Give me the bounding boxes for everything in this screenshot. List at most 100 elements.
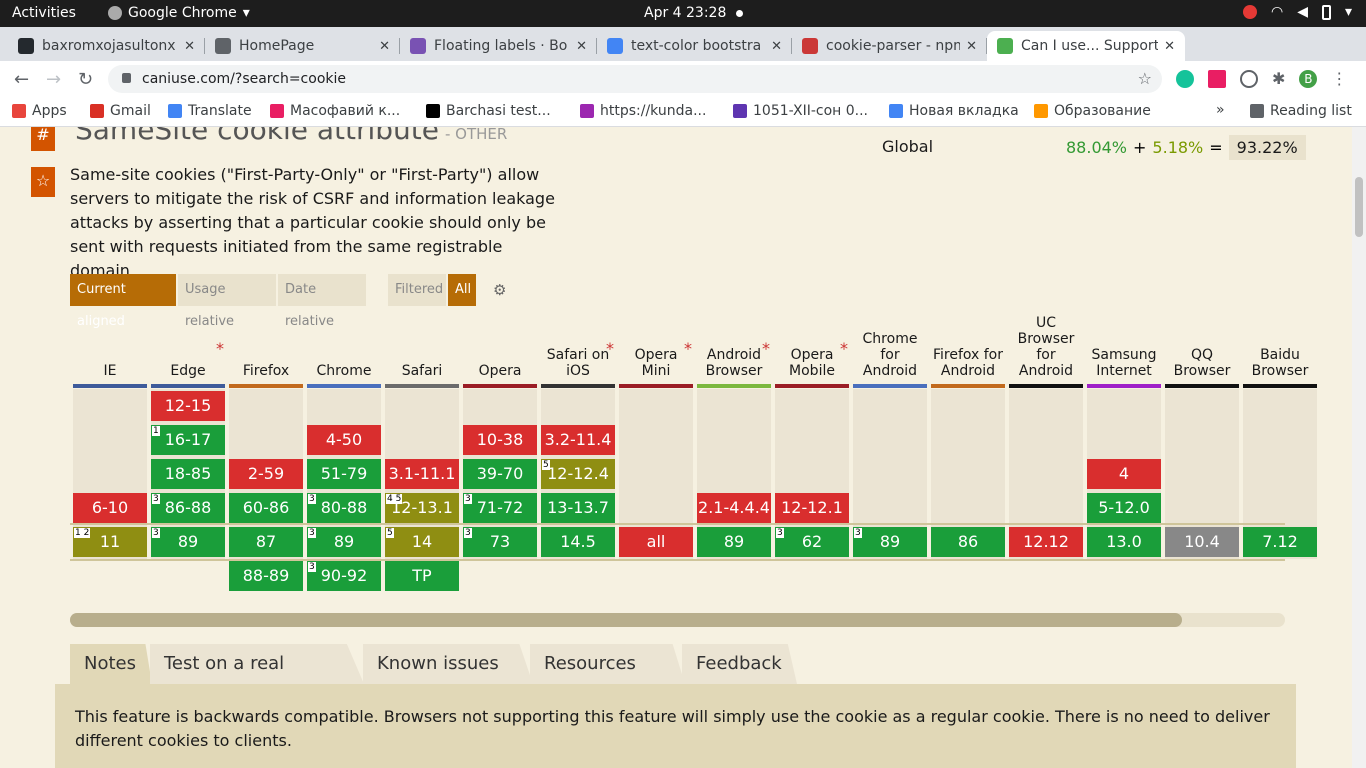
bookmark-gmail[interactable]: Gmail (90, 103, 151, 119)
browser-header-qq-browser[interactable]: QQ Browser (1164, 317, 1240, 381)
support-cell[interactable]: 3.2-11.4 (541, 425, 615, 455)
page-scrollbar[interactable] (1352, 127, 1366, 768)
activities-button[interactable]: Activities (12, 5, 76, 21)
date-relative-button[interactable]: Date relative (278, 274, 366, 329)
notes-tab-notes[interactable]: Notes (70, 644, 152, 684)
table-scrollbar-thumb[interactable] (70, 613, 1182, 627)
extension-icon[interactable] (1240, 69, 1258, 88)
bookmark-item[interactable]: Образование (1034, 103, 1151, 119)
bookmark-apps[interactable]: Apps (12, 103, 67, 119)
support-cell[interactable]: 6-10 (73, 493, 147, 523)
puzzle-icon[interactable]: ✱ (1272, 69, 1285, 88)
support-cell[interactable]: 10-38 (463, 425, 537, 455)
browser-header-samsung-internet[interactable]: Samsung Internet (1086, 317, 1162, 381)
browser-header-android-browser[interactable]: Android Browser * (696, 317, 772, 381)
browser-header-uc-browser-for-android[interactable]: UC Browser for Android (1008, 315, 1084, 381)
notes-tab-test-on-a-real-browser[interactable]: Test on a real browser (150, 644, 364, 684)
system-tray[interactable]: ◠ ◀ ▾ (1242, 4, 1352, 20)
support-cell[interactable]: TP (385, 561, 459, 591)
settings-gear-icon[interactable]: ⚙ (493, 281, 506, 299)
support-cell[interactable]: 80-88 3 (307, 493, 381, 523)
support-cell[interactable]: 4-50 (307, 425, 381, 455)
page-scrollbar-thumb[interactable] (1355, 177, 1363, 237)
support-cell[interactable]: 60-86 (229, 493, 303, 523)
forward-icon[interactable]: → (46, 69, 61, 90)
bookmark-star-icon[interactable]: ☆ (1138, 69, 1152, 88)
browser-header-chrome[interactable]: Chrome (306, 317, 382, 381)
browser-header-firefox-for-android[interactable]: Firefox for Android (930, 317, 1006, 381)
clock[interactable]: Apr 4 23:28 (644, 5, 726, 21)
browser-header-baidu-browser[interactable]: Baidu Browser (1242, 317, 1318, 381)
tab-close-icon[interactable]: ✕ (966, 39, 977, 54)
support-cell[interactable]: 12-12.4 5 (541, 459, 615, 489)
table-scrollbar[interactable] (70, 613, 1285, 627)
support-cell[interactable]: 51-79 (307, 459, 381, 489)
browser-header-opera[interactable]: Opera (462, 317, 538, 381)
support-cell[interactable]: 12-13.1 4 5 (385, 493, 459, 523)
usage-relative-button[interactable]: Usage relative (178, 274, 276, 329)
app-menu[interactable]: Google Chrome ▾ (108, 5, 250, 21)
browser-name: Firefox for Android (932, 347, 1004, 379)
support-cell[interactable]: 16-17 1 (151, 425, 225, 455)
support-cell[interactable]: 5-12.0 (1087, 493, 1161, 523)
profile-avatar[interactable]: B (1299, 69, 1318, 88)
grammarly-icon[interactable] (1176, 69, 1194, 88)
browser-header-ie[interactable]: IE (72, 317, 148, 381)
browser-header-safari-on-ios[interactable]: Safari on iOS * (540, 317, 616, 381)
address-bar[interactable]: caniuse.com/?search=cookie ☆ (108, 65, 1162, 93)
browser-header-chrome-for-android[interactable]: Chrome for Android (852, 317, 928, 381)
notes-tab-known-issues-2[interactable]: Known issues (2) (363, 644, 533, 684)
browser-header-firefox[interactable]: Firefox (228, 317, 304, 381)
support-cell[interactable]: 2.1-4.4.4 (697, 493, 771, 523)
tab-close-icon[interactable]: ✕ (379, 39, 390, 54)
browser-header-opera-mobile[interactable]: Opera Mobile * (774, 317, 850, 381)
tab-1[interactable]: baxromxojasultonx ✕ (8, 31, 205, 61)
hash-link-icon[interactable]: # (31, 127, 55, 151)
tab-close-icon[interactable]: ✕ (1164, 39, 1175, 54)
browser-header-edge[interactable]: Edge * (150, 317, 226, 381)
colorzilla-icon[interactable] (1208, 69, 1226, 88)
tab-close-icon[interactable]: ✕ (771, 39, 782, 54)
notes-tab-feedback[interactable]: Feedback (682, 644, 797, 684)
tab-5[interactable]: cookie-parser - npm ✕ (792, 31, 987, 61)
version-range: 90-92 (320, 566, 368, 585)
tab-4[interactable]: text-color bootstra ✕ (597, 31, 792, 61)
browser-header-safari[interactable]: Safari (384, 317, 460, 381)
support-cell[interactable]: 90-92 3 (307, 561, 381, 591)
support-cell[interactable]: 13-13.7 (541, 493, 615, 523)
support-cell[interactable]: 88-89 (229, 561, 303, 591)
support-cell[interactable]: 2-59 (229, 459, 303, 489)
support-cell[interactable]: 12-12.1 (775, 493, 849, 523)
bookmark-barchasi-test[interactable]: Barchasi test... (426, 103, 551, 119)
notes-tab-resources-12[interactable]: Resources (12) (530, 644, 685, 684)
favorite-star-icon[interactable]: ☆ (31, 167, 55, 197)
back-icon[interactable]: ← (14, 69, 29, 90)
support-cell[interactable]: 39-70 (463, 459, 537, 489)
reload-icon[interactable]: ↻ (78, 69, 93, 90)
bookmark-item[interactable]: Новая вкладка (889, 103, 1019, 119)
support-cell[interactable]: 4 (1087, 459, 1161, 489)
support-cell[interactable]: 3.1-11.1 (385, 459, 459, 489)
bookmark-translate[interactable]: Translate (168, 103, 252, 119)
tab-2[interactable]: HomePage ✕ (205, 31, 400, 61)
current-aligned-button[interactable]: Current aligned (70, 274, 176, 329)
tab-6[interactable]: Can I use... Support ✕ (987, 31, 1185, 61)
bookmark-item[interactable]: Масофавий к... (270, 103, 400, 119)
menu-dots-icon[interactable]: ⋮ (1331, 69, 1347, 88)
support-cell[interactable]: 12-15 (151, 391, 225, 421)
all-button[interactable]: All (448, 274, 476, 306)
bookmark-1051-xii-0[interactable]: 1051-XII-сон 0... (733, 103, 868, 119)
feature-category[interactable]: - OTHER (445, 127, 507, 143)
bookmark-reading-list[interactable]: Reading list (1250, 103, 1352, 119)
browser-header-opera-mini[interactable]: Opera Mini * (618, 317, 694, 381)
support-cell[interactable]: 71-72 3 (463, 493, 537, 523)
more-bookmarks-icon[interactable]: » (1216, 102, 1225, 118)
bookmark-https-kunda[interactable]: https://kunda... (580, 103, 706, 119)
support-cell[interactable]: 18-85 (151, 459, 225, 489)
support-cell[interactable]: 86-88 3 (151, 493, 225, 523)
tab-3[interactable]: Floating labels · Bo ✕ (400, 31, 597, 61)
browser-name: Firefox (242, 363, 290, 379)
tab-close-icon[interactable]: ✕ (184, 39, 195, 54)
tab-close-icon[interactable]: ✕ (576, 39, 587, 54)
filtered-button[interactable]: Filtered (388, 274, 446, 306)
